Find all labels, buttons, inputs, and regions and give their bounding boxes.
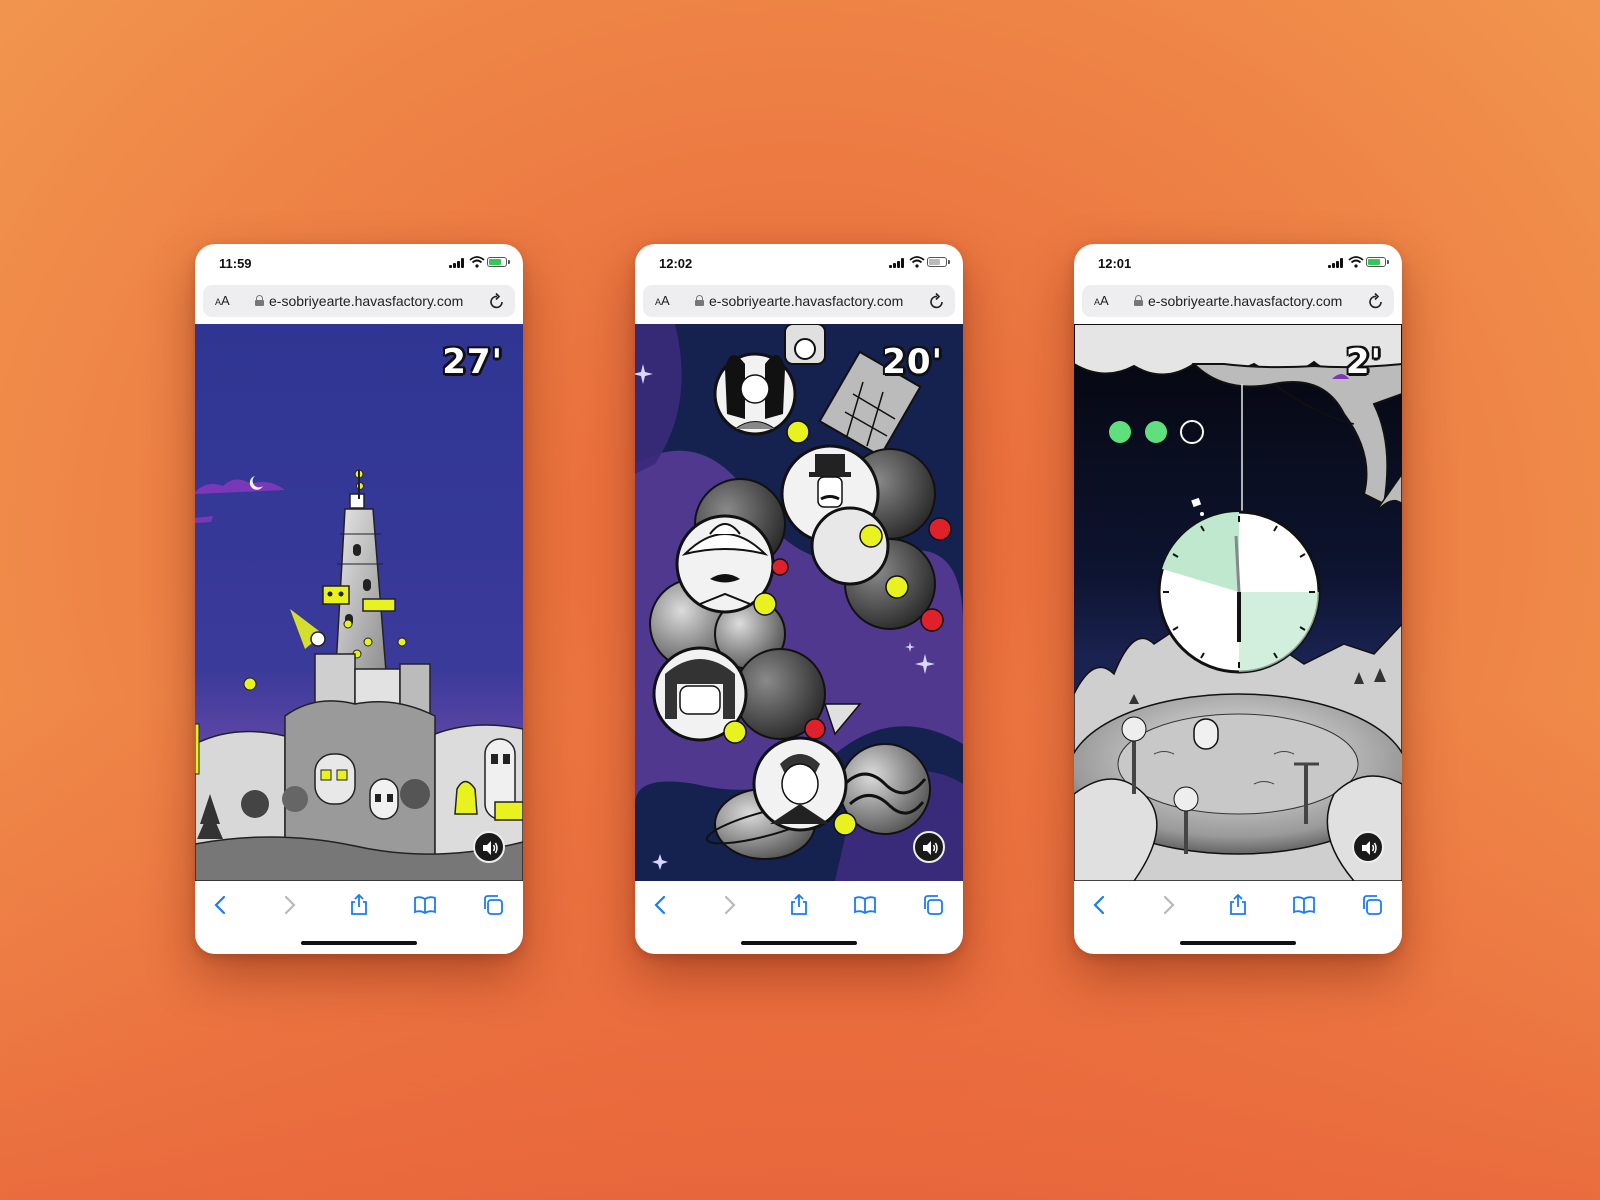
sound-toggle-button[interactable] [1352,831,1384,863]
share-icon [1230,893,1246,915]
text-size-button[interactable]: AA [655,293,670,308]
forward-icon [284,895,296,915]
game-canvas-space[interactable]: 20' [635,324,963,881]
battery-icon [487,257,510,267]
sound-toggle-button[interactable] [913,831,945,863]
back-button[interactable] [209,893,233,917]
address-bar[interactable]: AA e-sobriyearte.havasfactory.com [643,285,955,317]
avatar-vampire [752,736,848,832]
text-size-button[interactable]: AA [215,293,230,308]
status-time: 11:59 [219,256,252,271]
signal-icon [449,258,465,268]
reload-icon[interactable] [1368,292,1384,310]
home-indicator [741,941,857,945]
tabs-button[interactable] [921,893,945,917]
lock-icon [695,295,704,306]
bookmarks-icon [1293,896,1315,915]
bookmarks-button[interactable] [413,893,437,917]
share-icon [351,893,367,915]
share-button[interactable] [1226,893,1250,917]
countdown-timer: 2' [1345,342,1382,382]
reload-icon[interactable] [929,292,945,310]
tabs-button[interactable] [481,893,505,917]
share-icon [791,893,807,915]
countdown-timer: 20' [882,342,943,382]
browser-toolbar [195,881,523,945]
bookmarks-button[interactable] [853,893,877,917]
text-size-button[interactable]: AA [1094,293,1109,308]
browser-toolbar [635,881,963,945]
status-bar: 11:59 [195,244,523,280]
phone-3: 12:01 AA e-sobriyearte.havasfactory.com [1074,244,1402,954]
status-time: 12:01 [1098,256,1132,271]
bookmarks-icon [414,896,436,915]
forward-button[interactable] [277,893,301,917]
forward-button[interactable] [717,893,741,917]
bookmarks-icon [854,896,876,915]
countdown-timer: 27' [442,342,503,382]
url-text[interactable]: e-sobriyearte.havasfactory.com [269,293,485,309]
url-text[interactable]: e-sobriyearte.havasfactory.com [709,293,925,309]
forward-icon [1163,895,1175,915]
back-button[interactable] [1088,893,1112,917]
forward-button[interactable] [1156,893,1180,917]
bookmarks-button[interactable] [1292,893,1316,917]
wifi-icon [469,256,485,268]
wifi-icon [909,256,925,268]
signal-icon [1328,258,1344,268]
reload-icon[interactable] [489,292,505,310]
status-bar: 12:01 [1074,244,1402,280]
phone-2: 12:02 AA e-sobriyearte.havasfactory.com [635,244,963,954]
share-button[interactable] [347,893,371,917]
pendulum-clock-illustration [1074,324,1402,881]
game-canvas-tower[interactable]: 27' [195,324,523,881]
address-bar[interactable]: AA e-sobriyearte.havasfactory.com [1082,285,1394,317]
share-button[interactable] [787,893,811,917]
home-indicator [301,941,417,945]
forward-icon [724,895,736,915]
back-icon [214,895,226,915]
sound-icon [483,841,498,855]
space-video-call-illustration [635,324,963,881]
status-bar: 12:02 [635,244,963,280]
url-text[interactable]: e-sobriyearte.havasfactory.com [1148,293,1364,309]
back-button[interactable] [649,893,673,917]
tower-city-illustration [195,324,523,881]
tabs-icon [484,895,503,915]
tabs-icon [924,895,943,915]
battery-icon [927,257,950,267]
browser-toolbar [1074,881,1402,945]
progress-dot-1 [1109,421,1131,443]
lock-icon [255,295,264,306]
signal-icon [889,258,905,268]
sound-toggle-button[interactable] [473,831,505,863]
avatar-woman [713,352,797,436]
status-time: 12:02 [659,256,693,271]
tabs-icon [1363,895,1382,915]
game-canvas-clock[interactable]: 2' [1074,324,1402,881]
battery-icon [1366,257,1389,267]
lock-icon [1134,295,1143,306]
sound-icon [923,841,938,855]
phone-1: 11:59 AA e-sobriyearte.havasfactory.com [195,244,523,954]
back-icon [654,895,666,915]
tabs-button[interactable] [1360,893,1384,917]
address-bar[interactable]: AA e-sobriyearte.havasfactory.com [203,285,515,317]
progress-dot-2 [1145,421,1167,443]
back-icon [1093,895,1105,915]
home-indicator [1180,941,1296,945]
wifi-icon [1348,256,1364,268]
sound-icon [1362,841,1377,855]
